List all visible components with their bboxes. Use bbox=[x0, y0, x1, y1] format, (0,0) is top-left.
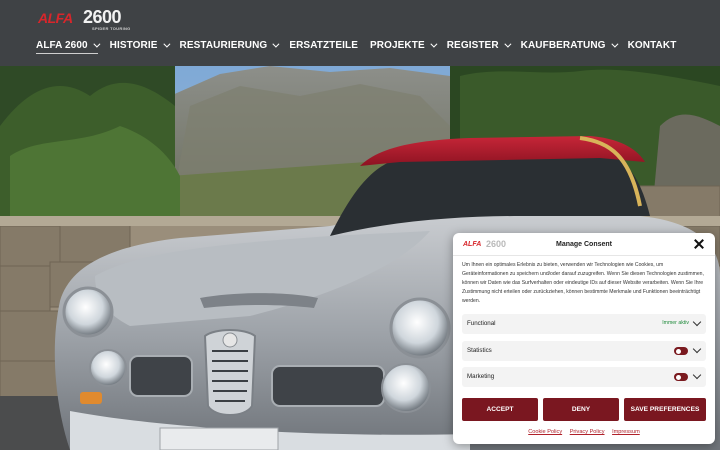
nav-item-projekte[interactable]: PROJEKTE bbox=[370, 38, 438, 52]
main-nav: ALFA 2600 HISTORIE RESTAURIERUNG ERSATZT… bbox=[36, 38, 688, 54]
nav-label: HISTORIE bbox=[109, 39, 158, 51]
site-logo[interactable]: ALFA 2600 SPIDER TOURING bbox=[38, 7, 131, 31]
chevron-down-icon[interactable] bbox=[692, 370, 702, 380]
nav-item-ersatzteile[interactable]: ERSATZTEILE bbox=[289, 38, 358, 52]
divider bbox=[453, 255, 715, 256]
marketing-toggle[interactable] bbox=[674, 373, 688, 381]
consent-title: Manage Consent bbox=[555, 241, 612, 248]
nav-label: ALFA 2600 bbox=[36, 39, 88, 51]
impressum-link[interactable]: Impressum bbox=[612, 429, 640, 435]
nav-item-alfa-2600[interactable]: ALFA 2600 bbox=[36, 38, 101, 54]
site-header: ALFA 2600 SPIDER TOURING ALFA 2600 HISTO… bbox=[0, 0, 720, 66]
logo-subtitle: SPIDER TOURING bbox=[92, 26, 131, 31]
statistics-toggle[interactable] bbox=[674, 347, 688, 355]
save-preferences-button[interactable]: SAVE PREFERENCES bbox=[624, 398, 706, 421]
nav-label: REGISTER bbox=[446, 39, 499, 51]
consent-category-statistics[interactable]: Statistics bbox=[462, 341, 706, 361]
nav-item-restaurierung[interactable]: RESTAURIERUNG bbox=[179, 38, 280, 52]
category-label: Marketing bbox=[467, 373, 495, 380]
category-label: Functional bbox=[467, 320, 496, 327]
always-active-status: Immer aktiv bbox=[662, 320, 689, 326]
consent-description: Um Ihnen ein optimales Erlebnis zu biete… bbox=[462, 262, 704, 304]
nav-item-kontakt[interactable]: KONTAKT bbox=[628, 38, 677, 52]
chevron-down-icon[interactable] bbox=[692, 317, 702, 327]
deny-button[interactable]: DENY bbox=[543, 398, 619, 421]
privacy-policy-link[interactable]: Privacy Policy bbox=[570, 429, 605, 435]
chevron-down-icon bbox=[162, 40, 170, 48]
chevron-down-icon bbox=[93, 40, 101, 48]
consent-category-marketing[interactable]: Marketing bbox=[462, 367, 706, 387]
nav-item-register[interactable]: REGISTER bbox=[446, 38, 512, 52]
nav-label: PROJEKTE bbox=[370, 39, 425, 51]
logo-model: 2600 bbox=[83, 7, 122, 27]
accept-button[interactable]: ACCEPT bbox=[462, 398, 538, 421]
nav-label: KAUFBERATUNG bbox=[520, 39, 606, 51]
chevron-down-icon[interactable] bbox=[692, 344, 702, 354]
chevron-down-icon bbox=[430, 40, 438, 48]
nav-item-kaufberatung[interactable]: KAUFBERATUNG bbox=[520, 38, 619, 52]
cookie-policy-link[interactable]: Cookie Policy bbox=[528, 429, 562, 435]
consent-links: Cookie Policy Privacy Policy Impressum bbox=[453, 429, 715, 435]
chevron-down-icon bbox=[610, 40, 619, 48]
chevron-down-icon bbox=[272, 40, 280, 48]
nav-label: KONTAKT bbox=[627, 39, 677, 51]
nav-label: RESTAURIERUNG bbox=[179, 39, 268, 51]
nav-item-historie[interactable]: HISTORIE bbox=[109, 38, 170, 52]
chevron-down-icon bbox=[504, 40, 512, 48]
category-label: Statistics bbox=[467, 347, 492, 354]
consent-category-functional[interactable]: Functional Immer aktiv bbox=[462, 314, 706, 334]
consent-dialog: ALFA 2600 Manage Consent Um Ihnen ein op… bbox=[453, 233, 715, 444]
logo-brand: ALFA bbox=[38, 10, 73, 26]
nav-label: ERSATZTEILE bbox=[289, 39, 359, 51]
close-icon[interactable] bbox=[694, 239, 704, 249]
